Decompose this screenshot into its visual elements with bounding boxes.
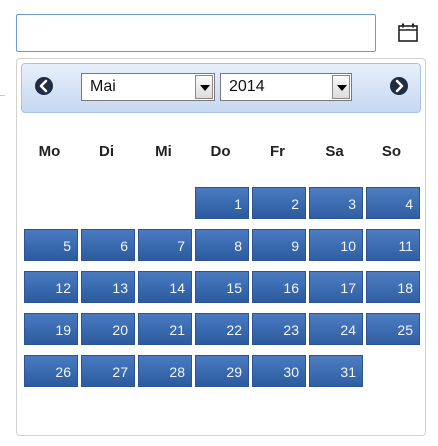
- day-cell[interactable]: 24: [309, 313, 363, 345]
- day-cell[interactable]: 26: [24, 355, 78, 387]
- calendar-button[interactable]: [396, 22, 420, 44]
- chevron-down-icon[interactable]: [195, 75, 213, 99]
- chevron-right-icon: [395, 79, 404, 93]
- prev-month-button[interactable]: [35, 77, 53, 95]
- weekday-label: Do: [210, 143, 231, 160]
- day-cell[interactable]: 4: [366, 187, 420, 219]
- day-cell[interactable]: 15: [195, 271, 249, 303]
- chevron-down-icon[interactable]: [332, 75, 350, 99]
- weekday-label: Mo: [38, 143, 61, 160]
- day-cell[interactable]: 25: [366, 313, 420, 345]
- day-cell[interactable]: 29: [195, 355, 249, 387]
- day-cell[interactable]: 12: [24, 271, 78, 303]
- calendar-icon: [396, 22, 420, 44]
- datepicker-header: Mai 2014: [21, 63, 421, 113]
- day-cell[interactable]: 27: [81, 355, 135, 387]
- year-select[interactable]: 2014: [220, 73, 352, 101]
- day-cell[interactable]: 14: [138, 271, 192, 303]
- day-cell[interactable]: 31: [309, 355, 363, 387]
- day-cell[interactable]: 16: [252, 271, 306, 303]
- weekday-header-row: Mo Di Mi Do Fr Sa So: [21, 143, 423, 165]
- page-divider: [0, 95, 5, 96]
- day-cell[interactable]: 11: [366, 229, 420, 261]
- month-select-value: Mai: [90, 78, 116, 95]
- day-cell[interactable]: 10: [309, 229, 363, 261]
- chevron-left-icon: [39, 79, 48, 93]
- weekday-label: Di: [99, 143, 114, 160]
- month-select[interactable]: Mai: [81, 73, 215, 101]
- day-cell[interactable]: 17: [309, 271, 363, 303]
- weekday-label: Fr: [270, 143, 285, 160]
- weekday-label: Sa: [325, 143, 344, 160]
- day-cell[interactable]: 30: [252, 355, 306, 387]
- day-cell[interactable]: 21: [138, 313, 192, 345]
- day-grid: 1 2 3 4 5 6 7 8 9 10 11 12 13 14 15 16 17 18 19 20 21 22 23 24 2…: [21, 187, 423, 427]
- day-cell[interactable]: 13: [81, 271, 135, 303]
- date-input[interactable]: [16, 14, 376, 52]
- day-cell[interactable]: 18: [366, 271, 420, 303]
- day-cell[interactable]: 8: [195, 229, 249, 261]
- datepicker-popup: Mai 2014 Mo Di Mi Do Fr Sa So 1234567891…: [16, 58, 426, 436]
- day-cell[interactable]: 28: [138, 355, 192, 387]
- weekday-label: So: [381, 143, 402, 160]
- next-month-button[interactable]: [390, 77, 408, 95]
- year-select-value: 2014: [229, 78, 265, 95]
- day-cell[interactable]: 7: [138, 229, 192, 261]
- day-cell[interactable]: 9: [252, 229, 306, 261]
- day-cell[interactable]: 19: [24, 313, 78, 345]
- day-cell[interactable]: 23: [252, 313, 306, 345]
- weekday-label: Mi: [155, 143, 172, 160]
- day-cell[interactable]: 1: [195, 187, 249, 219]
- day-cell[interactable]: 3: [309, 187, 363, 219]
- day-cell[interactable]: 22: [195, 313, 249, 345]
- day-cell[interactable]: 2: [252, 187, 306, 219]
- day-cell[interactable]: 20: [81, 313, 135, 345]
- day-cell[interactable]: 5: [24, 229, 78, 261]
- day-cell[interactable]: 6: [81, 229, 135, 261]
